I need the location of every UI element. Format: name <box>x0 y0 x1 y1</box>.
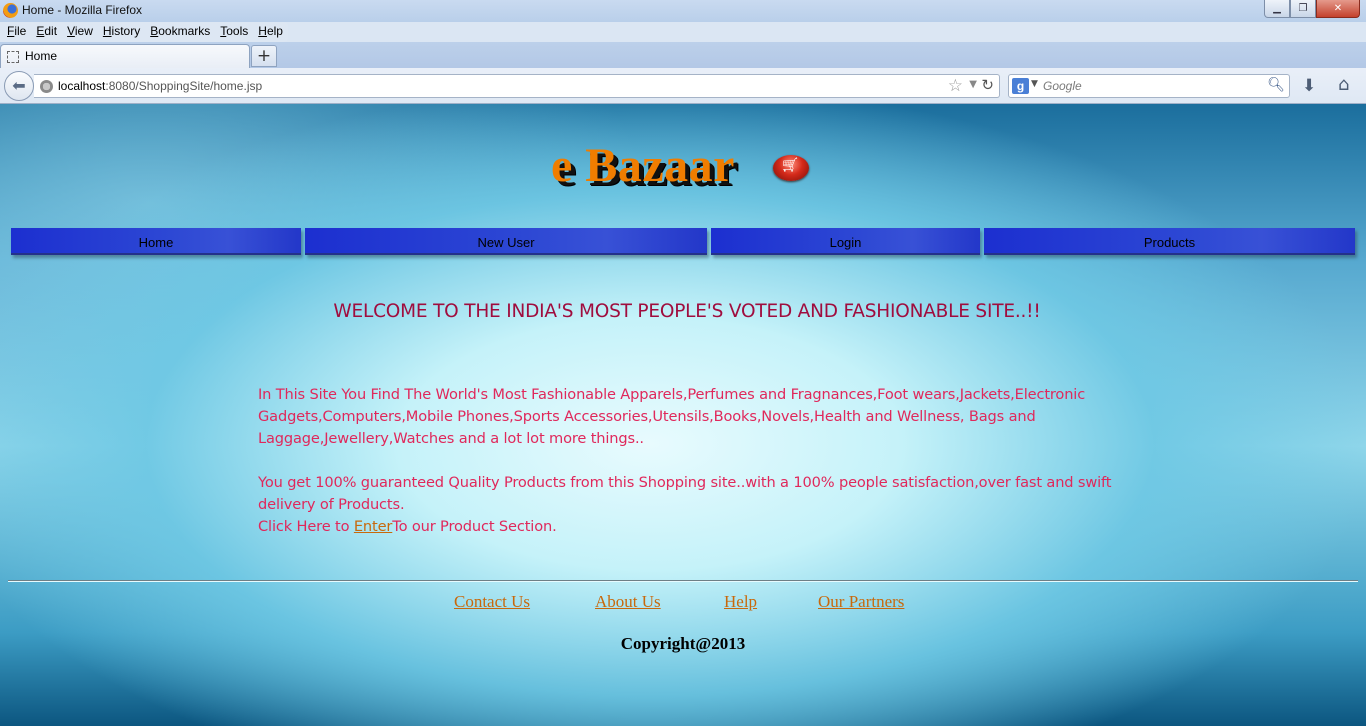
enter-link[interactable]: Enter <box>354 518 393 535</box>
url-path: :8080/ShoppingSite/home.jsp <box>105 79 263 93</box>
search-icon[interactable]: 🔍︎ <box>1267 77 1285 93</box>
download-icon[interactable]: ⬇ <box>1302 76 1316 96</box>
welcome-heading: WELCOME TO THE INDIA'S MOST PEOPLE'S VOT… <box>333 301 1041 322</box>
footer-link-contact-us[interactable]: Contact Us <box>454 592 530 612</box>
tab-strip: Home + <box>0 42 1366 68</box>
nav-new-user[interactable]: New User <box>305 228 707 255</box>
address-bar[interactable]: localhost:8080/ShoppingSite/home.jsp ☆ ▼… <box>34 74 1000 98</box>
shopping-cart-icon <box>773 155 809 181</box>
close-button[interactable]: ✕ <box>1316 0 1360 18</box>
enter-suffix: To our Product Section. <box>392 518 557 535</box>
web-page: e Bazaar Home New User Login Products WE… <box>0 104 1366 726</box>
menu-file[interactable]: File <box>2 22 31 42</box>
back-arrow-icon: ⬅ <box>12 76 26 95</box>
site-logo: e Bazaar <box>551 139 735 192</box>
nav-home[interactable]: Home <box>11 228 301 255</box>
nav-products[interactable]: Products <box>984 228 1355 255</box>
tab-label: Home <box>25 49 58 63</box>
navigation-toolbar: ⬅ localhost:8080/ShoppingSite/home.jsp ☆… <box>0 68 1366 104</box>
menu-tools[interactable]: Tools <box>215 22 253 42</box>
new-tab-button[interactable]: + <box>251 45 277 67</box>
search-input[interactable] <box>1043 77 1265 95</box>
url-host: localhost <box>58 79 106 93</box>
globe-icon <box>40 80 53 93</box>
url-dropdown-icon[interactable]: ▼ <box>969 79 977 90</box>
chevron-down-icon[interactable]: ▼ <box>1031 79 1038 89</box>
quality-paragraph: You get 100% guaranteed Quality Products… <box>258 474 1112 513</box>
enter-prefix: Click Here to <box>258 518 354 535</box>
google-search-engine-icon[interactable]: g <box>1012 78 1029 94</box>
search-bar: g ▼ 🔍︎ <box>1008 74 1290 98</box>
menu-edit[interactable]: Edit <box>31 22 62 42</box>
copyright: Copyright@2013 <box>620 634 746 653</box>
enter-paragraph: Click Here to EnterTo our Product Sectio… <box>258 516 1118 538</box>
menu-history[interactable]: History <box>98 22 145 42</box>
back-button[interactable]: ⬅ <box>4 71 34 101</box>
footer-link-our-partners[interactable]: Our Partners <box>818 592 904 612</box>
footer-link-help[interactable]: Help <box>724 592 757 612</box>
window-title: Home - Mozilla Firefox <box>22 3 143 17</box>
minimize-button[interactable]: ▁ <box>1264 0 1290 18</box>
home-icon[interactable]: ⌂ <box>1338 74 1349 95</box>
intro-paragraph: In This Site You Find The World's Most F… <box>258 386 1086 447</box>
menu-bookmarks[interactable]: Bookmarks <box>145 22 215 42</box>
footer-link-about-us[interactable]: About Us <box>595 592 661 612</box>
menu-view[interactable]: View <box>62 22 98 42</box>
reload-icon[interactable]: ↻ <box>981 76 994 94</box>
site-nav: Home New User Login Products <box>11 228 1355 256</box>
blank-page-icon <box>7 51 19 63</box>
bookmark-star-icon[interactable]: ☆ <box>948 76 963 96</box>
url-text: localhost:8080/ShoppingSite/home.jsp <box>58 79 262 93</box>
divider <box>8 580 1358 582</box>
menu-bar: File Edit View History Bookmarks Tools H… <box>0 22 288 42</box>
window-controls: ▁ ❐ ✕ <box>1264 0 1360 18</box>
nav-login[interactable]: Login <box>711 228 980 255</box>
restore-button[interactable]: ❐ <box>1290 0 1316 18</box>
window-title-bar: Home - Mozilla Firefox ▁ ❐ ✕ <box>0 0 1366 22</box>
menu-help[interactable]: Help <box>253 22 288 42</box>
firefox-icon <box>3 3 18 18</box>
tab-home[interactable]: Home <box>0 44 250 68</box>
